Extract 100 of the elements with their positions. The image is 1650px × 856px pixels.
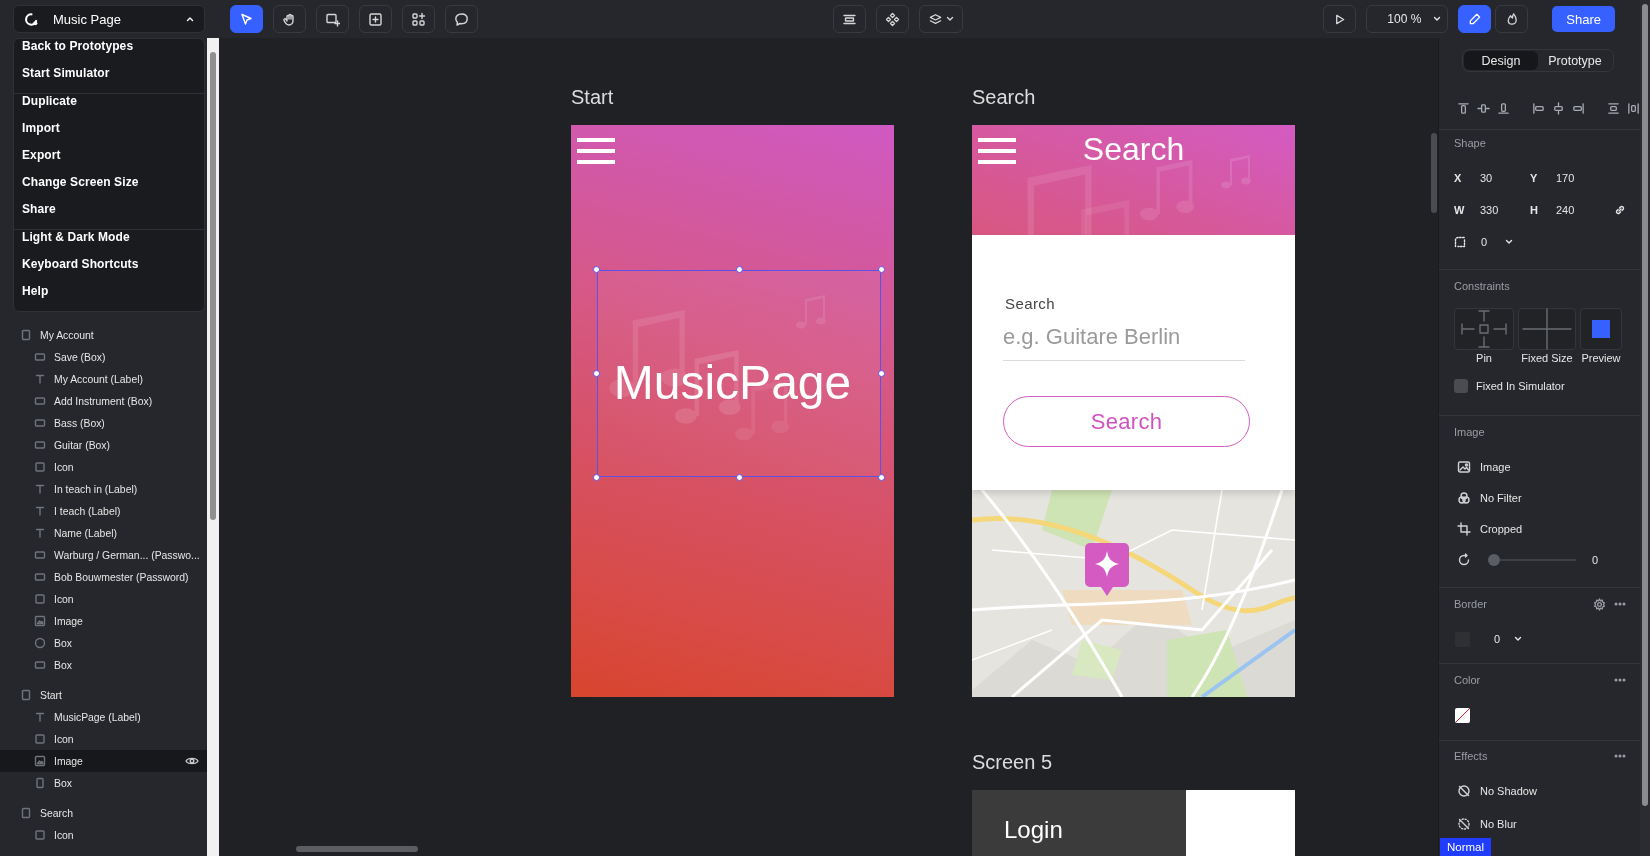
layer-item[interactable]: Icon xyxy=(0,728,207,750)
more-icon[interactable] xyxy=(1614,678,1626,682)
distribute-vertical-icon[interactable] xyxy=(1607,102,1620,115)
screen-frame[interactable]: MusicPage xyxy=(571,125,894,697)
layer-item[interactable]: Box xyxy=(0,654,207,676)
scrollbar[interactable] xyxy=(296,846,418,852)
layer-item[interactable]: Box xyxy=(0,772,207,794)
layer-item[interactable]: Save (Box) xyxy=(0,346,207,368)
share-button[interactable]: Share xyxy=(1552,6,1615,32)
project-menu-button[interactable]: Music Page xyxy=(13,5,205,33)
scrollbar[interactable] xyxy=(1640,0,1650,856)
align-middle-icon[interactable] xyxy=(1477,102,1490,115)
number-field[interactable]: 330 xyxy=(1480,204,1530,216)
menu-item[interactable]: Duplicate xyxy=(14,94,204,121)
caret-icon[interactable] xyxy=(1514,636,1523,642)
more-icon[interactable] xyxy=(1614,602,1626,606)
field-label: X xyxy=(1454,172,1463,184)
layers-dropdown[interactable] xyxy=(919,5,963,33)
zoom-dropdown[interactable]: 100 % xyxy=(1366,5,1449,33)
align-bottom-icon[interactable] xyxy=(1497,102,1510,115)
option-label[interactable]: No Blur xyxy=(1480,818,1517,830)
layer-item[interactable]: Guitar (Box) xyxy=(0,434,207,456)
layer-item[interactable]: Icon xyxy=(0,456,207,478)
map-marker-icon[interactable] xyxy=(1085,543,1129,597)
frame-tool-button[interactable] xyxy=(316,5,349,33)
menu-item[interactable]: Share xyxy=(14,202,204,229)
constraint-option[interactable] xyxy=(1580,308,1622,350)
menu-item[interactable]: Export xyxy=(14,148,204,175)
number-field[interactable]: 30 xyxy=(1480,172,1530,184)
menu-icon[interactable] xyxy=(978,138,1018,164)
link-icon[interactable] xyxy=(1614,204,1626,216)
component-button[interactable] xyxy=(876,5,909,33)
layer-item[interactable]: Add Instrument (Box) xyxy=(0,390,207,412)
menu-item[interactable]: Import xyxy=(14,121,204,148)
layer-item[interactable]: Search xyxy=(0,802,207,824)
option-label[interactable]: Image xyxy=(1480,461,1511,473)
menu-item[interactable]: Help xyxy=(14,284,204,311)
screen-title[interactable]: Screen 5 xyxy=(972,749,1053,775)
layer-item[interactable]: Icon xyxy=(0,824,207,846)
layer-item[interactable]: Bob Bouwmester (Password) xyxy=(0,566,207,588)
distribute-horizontal-icon[interactable] xyxy=(1627,102,1640,115)
layer-item[interactable]: Image xyxy=(0,610,207,632)
panel-tab[interactable]: Prototype xyxy=(1538,51,1612,70)
number-field[interactable]: 170 xyxy=(1556,172,1606,184)
eye-icon[interactable] xyxy=(185,756,199,766)
layer-item[interactable]: In teach in (Label) xyxy=(0,478,207,500)
layer-item[interactable]: Icon xyxy=(0,588,207,610)
align-right-icon[interactable] xyxy=(1572,102,1585,115)
menu-item[interactable]: Keyboard Shortcuts xyxy=(14,257,204,284)
layer-item[interactable]: I teach (Label) xyxy=(0,500,207,522)
device-frame-button[interactable] xyxy=(833,5,866,33)
align-left-icon[interactable] xyxy=(1532,102,1545,115)
select-tool-button[interactable] xyxy=(230,5,263,33)
screen-title[interactable]: Start xyxy=(571,84,614,110)
rectangle-icon xyxy=(34,571,46,583)
settings-icon[interactable] xyxy=(1593,597,1606,611)
menu-icon[interactable] xyxy=(577,138,617,164)
layer-item[interactable]: Warburg / German... (Passwo... xyxy=(0,544,207,566)
option-label[interactable]: No Shadow xyxy=(1480,785,1537,797)
layer-item[interactable]: Image xyxy=(0,750,207,772)
no-blur-icon xyxy=(1457,817,1471,831)
text-icon xyxy=(34,505,46,517)
screen-title[interactable]: Search xyxy=(972,84,1036,110)
add-tool-button[interactable] xyxy=(359,5,392,33)
rotate-icon[interactable] xyxy=(1457,553,1471,567)
text-icon xyxy=(34,373,46,385)
menu-item[interactable]: Back to Prototypes xyxy=(14,39,204,66)
menu-item[interactable]: Change Screen Size xyxy=(14,175,204,202)
number-field[interactable]: 240 xyxy=(1556,204,1606,216)
menu-item[interactable]: Light & Dark Mode xyxy=(14,230,204,257)
edit-mode-button[interactable] xyxy=(1458,5,1492,33)
menu-item[interactable]: Start Simulator xyxy=(14,66,204,93)
checkbox[interactable] xyxy=(1454,379,1468,393)
no-fill-swatch[interactable] xyxy=(1455,707,1470,723)
layer-item[interactable]: My Account xyxy=(0,324,207,346)
number-field[interactable]: 0 xyxy=(1494,633,1501,645)
components-tool-button[interactable] xyxy=(402,5,435,33)
interact-mode-button[interactable] xyxy=(1495,5,1529,33)
layer-item[interactable]: Bass (Box) xyxy=(0,412,207,434)
comment-tool-button[interactable] xyxy=(445,5,478,33)
hand-tool-button[interactable] xyxy=(273,5,306,33)
panel-tab[interactable]: Design xyxy=(1464,51,1538,70)
layer-item[interactable]: MusicPage (Label) xyxy=(0,706,207,728)
screen-frame[interactable]: Search Search e.g. Guitare Berlin Search xyxy=(972,125,1295,697)
scrollbar[interactable] xyxy=(1431,133,1437,213)
option-label[interactable]: Cropped xyxy=(1480,523,1523,535)
caret-icon[interactable] xyxy=(1505,239,1514,245)
more-icon[interactable] xyxy=(1614,754,1626,758)
layer-item[interactable]: My Account (Label) xyxy=(0,368,207,390)
slider-thumb[interactable] xyxy=(1488,554,1500,566)
layer-item[interactable]: Start xyxy=(0,684,207,706)
align-center-icon[interactable] xyxy=(1552,102,1565,115)
number-field[interactable]: 0 xyxy=(1481,236,1488,248)
search-field[interactable]: e.g. Guitare Berlin xyxy=(1003,322,1245,361)
layer-item[interactable]: Name (Label) xyxy=(0,522,207,544)
option-label[interactable]: No Filter xyxy=(1480,492,1522,504)
play-button[interactable] xyxy=(1323,5,1357,33)
scrollbar[interactable] xyxy=(207,38,219,856)
align-top-icon[interactable] xyxy=(1457,102,1470,115)
layer-item[interactable]: Box xyxy=(0,632,207,654)
